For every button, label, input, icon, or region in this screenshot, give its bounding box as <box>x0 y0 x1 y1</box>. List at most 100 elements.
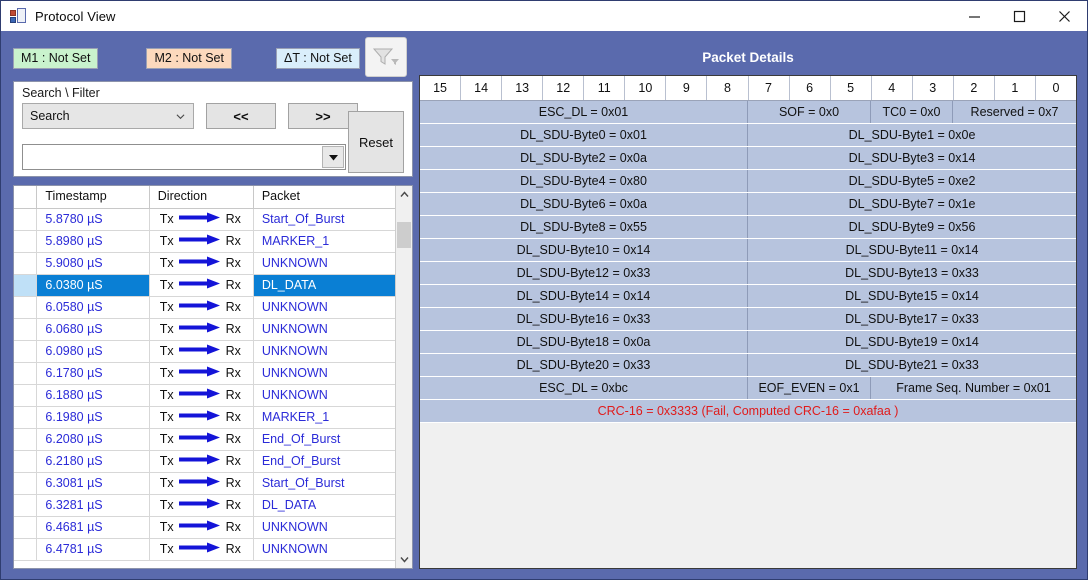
search-prev-button[interactable]: << <box>206 103 276 129</box>
packet-details-title: Packet Details <box>419 39 1077 75</box>
table-row[interactable]: 6.2080 µSTxRxEnd_Of_Burst <box>14 428 412 450</box>
table-row[interactable]: 5.9080 µSTxRxUNKNOWN <box>14 252 412 274</box>
column-header-packet[interactable]: Packet <box>253 186 411 208</box>
table-row[interactable]: 6.4681 µSTxRxUNKNOWN <box>14 516 412 538</box>
cell-timestamp: 6.0680 µS <box>37 318 149 340</box>
packet-list-header-row: Timestamp Direction Packet <box>14 186 412 208</box>
table-row[interactable]: 5.8780 µSTxRxStart_Of_Burst <box>14 208 412 230</box>
scroll-up-icon <box>400 191 409 198</box>
row-gutter[interactable] <box>14 472 37 494</box>
packet-field-cell: DL_SDU-Byte12 = 0x33 <box>420 262 748 284</box>
direction-arrow-icon <box>179 212 221 226</box>
table-row[interactable]: 6.2180 µSTxRxEnd_Of_Burst <box>14 450 412 472</box>
row-gutter[interactable] <box>14 494 37 516</box>
table-row[interactable]: 6.3081 µSTxRxStart_Of_Burst <box>14 472 412 494</box>
bit-index-cell: 5 <box>831 76 872 100</box>
cell-packet: UNKNOWN <box>253 340 411 362</box>
reset-button[interactable]: Reset <box>348 111 404 173</box>
packet-field-cell: DL_SDU-Byte18 = 0x0a <box>420 331 748 353</box>
packet-details-panel: 1514131211109876543210 ESC_DL = 0x01SOF … <box>419 75 1077 569</box>
left-column: M1 : Not Set M2 : Not Set ΔT : Not Set <box>13 39 413 569</box>
packet-field-cell: DL_SDU-Byte1 = 0x0e <box>748 124 1076 146</box>
row-gutter[interactable] <box>14 362 37 384</box>
row-gutter[interactable] <box>14 252 37 274</box>
row-gutter[interactable] <box>14 384 37 406</box>
direction-arrow-icon <box>179 388 221 402</box>
cell-timestamp: 6.2180 µS <box>37 450 149 472</box>
direction-tx-label: Tx <box>160 432 174 446</box>
packet-field-row: DL_SDU-Byte16 = 0x33DL_SDU-Byte17 = 0x33 <box>420 308 1076 331</box>
scroll-down-button[interactable] <box>396 551 412 568</box>
cell-timestamp: 6.3081 µS <box>37 472 149 494</box>
direction-tx-label: Tx <box>160 520 174 534</box>
row-gutter[interactable] <box>14 208 37 230</box>
table-row[interactable]: 6.0580 µSTxRxUNKNOWN <box>14 296 412 318</box>
table-row[interactable]: 6.3281 µSTxRxDL_DATA <box>14 494 412 516</box>
table-row[interactable]: 6.1780 µSTxRxUNKNOWN <box>14 362 412 384</box>
direction-rx-label: Rx <box>226 366 241 380</box>
row-gutter[interactable] <box>14 274 37 296</box>
cell-packet: Start_Of_Burst <box>253 472 411 494</box>
cell-packet: End_Of_Burst <box>253 450 411 472</box>
packet-field-row: DL_SDU-Byte0 = 0x01DL_SDU-Byte1 = 0x0e <box>420 124 1076 147</box>
table-row[interactable]: 6.0980 µSTxRxUNKNOWN <box>14 340 412 362</box>
cell-direction: TxRx <box>149 450 253 472</box>
direction-tx-label: Tx <box>160 410 174 424</box>
cell-direction: TxRx <box>149 274 253 296</box>
maximize-button[interactable] <box>997 2 1042 31</box>
filter-dropdown-button[interactable] <box>322 146 344 168</box>
packet-list-scrollbar[interactable] <box>395 186 412 568</box>
bit-index-cell: 7 <box>749 76 790 100</box>
search-filter-panel: Search \ Filter Search << >> Reset <box>13 81 413 177</box>
bit-index-cell: 14 <box>461 76 502 100</box>
marker-m2[interactable]: M2 : Not Set <box>146 48 231 69</box>
protocol-view-icon <box>10 8 26 24</box>
column-header-gutter[interactable] <box>14 186 37 208</box>
filter-button[interactable] <box>365 37 407 77</box>
row-gutter[interactable] <box>14 340 37 362</box>
marker-m1[interactable]: M1 : Not Set <box>13 48 98 69</box>
packet-field-cell: Frame Seq. Number = 0x01 <box>871 377 1076 399</box>
close-icon <box>1058 10 1071 23</box>
table-row[interactable]: 6.1980 µSTxRxMARKER_1 <box>14 406 412 428</box>
table-row[interactable]: 6.4781 µSTxRxUNKNOWN <box>14 538 412 560</box>
packet-list-panel: Timestamp Direction Packet 5.8780 µSTxRx… <box>13 185 413 569</box>
cell-packet: UNKNOWN <box>253 384 411 406</box>
table-row[interactable]: 6.0680 µSTxRxUNKNOWN <box>14 318 412 340</box>
row-gutter[interactable] <box>14 296 37 318</box>
close-button[interactable] <box>1042 2 1087 31</box>
cell-timestamp: 6.1780 µS <box>37 362 149 384</box>
direction-arrow-icon <box>179 476 221 490</box>
packet-field-row: DL_SDU-Byte2 = 0x0aDL_SDU-Byte3 = 0x14 <box>420 147 1076 170</box>
packet-field-cell: DL_SDU-Byte4 = 0x80 <box>420 170 748 192</box>
bit-index-cell: 10 <box>625 76 666 100</box>
direction-arrow-icon <box>179 410 221 424</box>
row-gutter[interactable] <box>14 428 37 450</box>
row-gutter[interactable] <box>14 406 37 428</box>
column-header-timestamp[interactable]: Timestamp <box>37 186 149 208</box>
table-row[interactable]: 6.1880 µSTxRxUNKNOWN <box>14 384 412 406</box>
packet-field-cell: Reserved = 0x7 <box>953 101 1076 123</box>
cell-packet: DL_DATA <box>253 494 411 516</box>
search-mode-select[interactable]: Search <box>22 103 194 129</box>
minimize-button[interactable] <box>952 2 997 31</box>
table-row[interactable]: 5.8980 µSTxRxMARKER_1 <box>14 230 412 252</box>
row-gutter[interactable] <box>14 450 37 472</box>
row-gutter[interactable] <box>14 318 37 340</box>
cell-packet: DL_DATA <box>253 274 411 296</box>
scrollbar-thumb[interactable] <box>397 222 411 248</box>
marker-delta-t[interactable]: ΔT : Not Set <box>276 48 360 69</box>
row-gutter[interactable] <box>14 230 37 252</box>
column-header-direction[interactable]: Direction <box>149 186 253 208</box>
cell-direction: TxRx <box>149 472 253 494</box>
filter-combobox[interactable] <box>22 144 346 170</box>
scroll-up-button[interactable] <box>396 186 412 203</box>
table-row[interactable]: 6.0380 µSTxRxDL_DATA <box>14 274 412 296</box>
direction-rx-label: Rx <box>226 520 241 534</box>
direction-arrow-icon <box>179 454 221 468</box>
row-gutter[interactable] <box>14 538 37 560</box>
packet-field-row: DL_SDU-Byte20 = 0x33DL_SDU-Byte21 = 0x33 <box>420 354 1076 377</box>
bit-index-cell: 2 <box>954 76 995 100</box>
row-gutter[interactable] <box>14 516 37 538</box>
packet-field-cell: DL_SDU-Byte21 = 0x33 <box>748 354 1076 376</box>
